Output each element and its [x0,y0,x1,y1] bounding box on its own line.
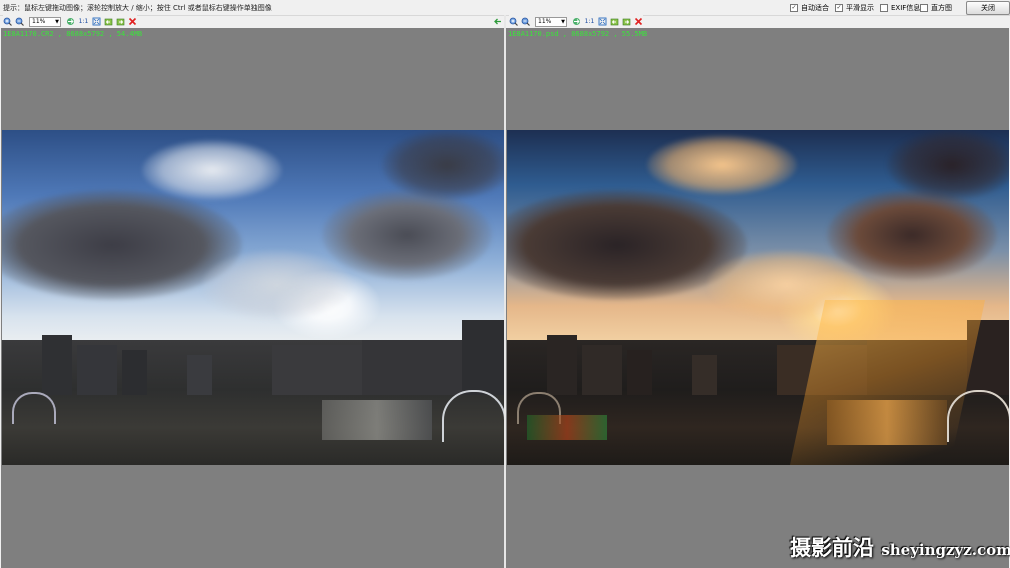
histogram-option[interactable]: 直方图 [920,3,952,12]
left-file-info: 1E8A1170.CR2 , 8688x5792 , 54.4MB [3,30,143,38]
watermark-domain: sheyingzyz.com [881,541,1010,559]
zoom-value: 11% [32,17,46,25]
smooth-display-label: 平滑显示 [846,3,874,12]
left-image-panel[interactable]: 1E8A1170.CR2 , 8688x5792 , 54.4MB [1,28,504,568]
pan-icon[interactable] [572,17,581,26]
chevron-down-icon: ▼ [55,18,59,25]
left-toolbar: 11% ▼ 1:1 [3,15,137,28]
smooth-display-checkbox[interactable]: ✓ [835,3,843,12]
auto-fit-option[interactable]: ✓ 自动适合 [790,3,829,12]
exif-option[interactable]: EXIF信息 [880,3,920,12]
right-toolbar: 11% ▼ 1:1 [509,15,643,28]
back-arrow-icon[interactable] [493,17,502,26]
prev-image-icon[interactable] [104,17,113,26]
top-bar: 提示：鼠标左键拖动图像；滚轮控制放大 / 缩小；按住 Ctrl 或者鼠标右键操作… [0,0,1010,16]
hint-text: 提示：鼠标左键拖动图像；滚轮控制放大 / 缩小；按住 Ctrl 或者鼠标右键操作… [3,4,272,12]
actual-size-button[interactable]: 1:1 [584,17,595,26]
right-photo [507,130,1009,465]
close-button[interactable]: 关闭 [966,1,1010,15]
zoom-out-icon[interactable] [15,17,24,26]
zoom-in-icon[interactable] [509,17,518,26]
chevron-down-icon: ▼ [561,18,565,25]
right-file-info: 1E8A1170.psd , 8688x5792 , 55.5MB [508,30,648,38]
pan-icon[interactable] [66,17,75,26]
zoom-select[interactable]: 11% ▼ [535,16,567,27]
exif-label: EXIF信息 [891,3,921,12]
auto-fit-label: 自动适合 [801,3,829,12]
actual-size-button[interactable]: 1:1 [78,17,89,26]
right-image-panel[interactable]: 1E8A1170.psd , 8688x5792 , 55.5MB [506,28,1009,568]
zoom-value: 11% [538,17,552,25]
histogram-label: 直方图 [931,3,952,12]
zoom-out-icon[interactable] [521,17,530,26]
next-image-icon[interactable] [116,17,125,26]
histogram-checkbox[interactable] [920,3,928,12]
auto-fit-checkbox[interactable]: ✓ [790,3,798,12]
watermark: 摄影前沿 sheyingzyz.com [790,532,1010,562]
left-photo [2,130,504,465]
prev-image-icon[interactable] [610,17,619,26]
next-image-icon[interactable] [622,17,631,26]
delete-icon[interactable] [128,17,137,26]
delete-icon[interactable] [634,17,643,26]
watermark-cn: 摄影前沿 [790,535,874,560]
fit-window-icon[interactable] [598,17,607,26]
zoom-select[interactable]: 11% ▼ [29,16,61,27]
fit-window-icon[interactable] [92,17,101,26]
exif-checkbox[interactable] [880,3,888,12]
zoom-in-icon[interactable] [3,17,12,26]
smooth-display-option[interactable]: ✓ 平滑显示 [835,3,874,12]
